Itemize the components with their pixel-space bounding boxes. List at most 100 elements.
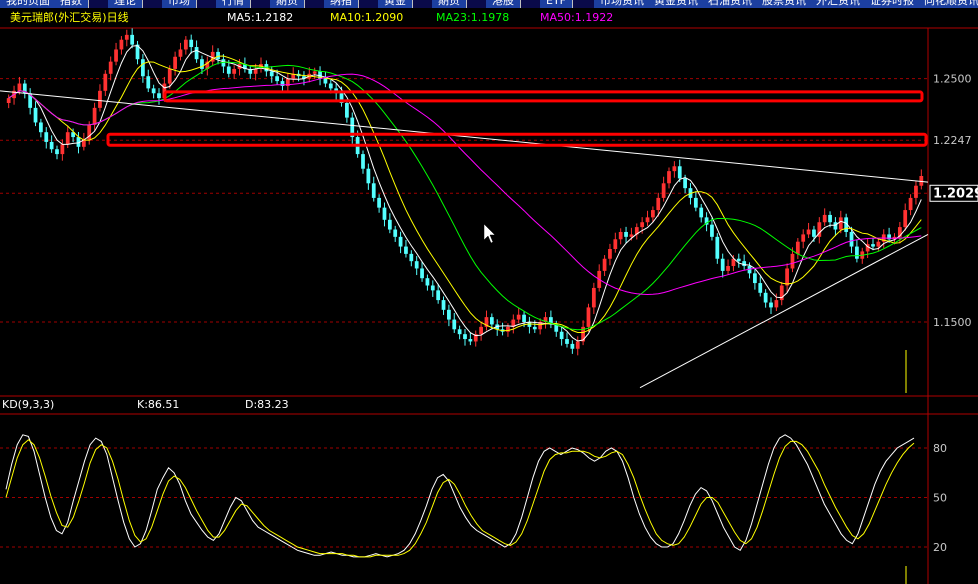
candle-body — [114, 49, 118, 62]
candle-body — [624, 231, 628, 237]
candle-body — [387, 219, 392, 230]
ma23-line — [8, 61, 922, 331]
candle-body — [103, 73, 108, 91]
resistance-box-lower — [163, 90, 924, 103]
candle-body — [871, 244, 875, 247]
candle-body — [130, 34, 135, 45]
candle-body — [98, 90, 102, 108]
candle-body — [672, 166, 677, 172]
candle-body — [565, 339, 569, 344]
candle-body — [452, 319, 457, 330]
candle-body — [441, 300, 446, 310]
candle-body — [645, 217, 650, 223]
candle-body — [366, 168, 371, 184]
candle-body — [189, 39, 194, 48]
candle-body — [361, 154, 365, 169]
candle-body — [774, 300, 779, 308]
candle-body — [269, 71, 274, 77]
price-tick-label: 1.2247 — [933, 134, 972, 147]
candle-body — [876, 241, 881, 247]
candle-body — [92, 107, 97, 125]
candle-body — [758, 283, 763, 293]
candle-body — [323, 78, 328, 84]
candle-body — [559, 331, 564, 340]
candle-body — [693, 197, 698, 208]
candle-body — [812, 229, 816, 237]
candle-body — [903, 210, 908, 228]
candle-body — [699, 207, 704, 218]
candle-body — [801, 234, 806, 242]
candle-body — [447, 309, 451, 320]
ma50-line — [8, 73, 922, 296]
candle-body — [124, 34, 129, 40]
price-tick-label: 1.2500 — [933, 73, 972, 86]
candle-body — [742, 261, 747, 267]
kd-tick-label: 80 — [933, 442, 947, 455]
kd-tick-label: 50 — [933, 492, 947, 505]
candle-body — [167, 68, 172, 84]
price-tick-label: 1.1500 — [933, 316, 972, 329]
candle-body — [806, 229, 811, 235]
candle-body — [44, 132, 49, 142]
candle-body — [39, 122, 43, 133]
candle-body — [726, 266, 730, 271]
candle-body — [640, 222, 645, 228]
candle-body — [253, 68, 258, 74]
candle-body — [489, 317, 494, 325]
candle-body — [591, 287, 596, 308]
candle-body — [33, 107, 38, 123]
candle-body — [6, 98, 11, 103]
candle-body — [522, 314, 526, 322]
candle-body — [49, 141, 54, 150]
candle-body — [420, 268, 424, 279]
candle-body — [516, 314, 521, 320]
candle-body — [720, 258, 725, 271]
candle-body — [769, 302, 773, 308]
candle-body — [382, 207, 387, 220]
mouse-cursor-icon — [483, 223, 496, 244]
candle-body — [849, 231, 854, 247]
candle-body — [833, 222, 838, 230]
candle-body — [463, 334, 467, 340]
price-chart[interactable]: 1.2247 1.2500 1.2029 1.1500 80 50 20 — [0, 0, 978, 584]
candle-body — [683, 178, 687, 189]
candle-body — [108, 61, 113, 74]
price-tick-label: 1.2029 — [933, 186, 978, 201]
candle-body — [629, 234, 634, 237]
resistance-trendline — [0, 90, 929, 183]
candle-body — [651, 210, 655, 218]
candle-body — [232, 68, 237, 74]
candle-body — [908, 197, 913, 211]
candle-body — [661, 183, 666, 198]
candle-body — [753, 273, 757, 284]
candle-body — [914, 185, 918, 198]
candle-body — [119, 39, 124, 50]
candle-body — [479, 326, 483, 335]
ma10-line — [8, 55, 922, 333]
candle-body — [710, 224, 714, 237]
candle-body — [178, 49, 183, 57]
k-line — [5, 434, 915, 558]
candle-body — [736, 258, 741, 262]
candle-body — [328, 83, 333, 89]
candle-body — [763, 292, 768, 303]
candle-body — [855, 246, 859, 259]
candle-body — [183, 39, 188, 50]
candle-body — [468, 339, 473, 342]
candle-body — [216, 51, 220, 60]
candle-body — [575, 341, 580, 349]
candle-body — [398, 236, 403, 247]
candle-body — [586, 307, 591, 327]
candle-body — [570, 343, 575, 349]
candle-body — [436, 290, 441, 301]
candle-body — [838, 217, 843, 230]
candle-body — [194, 47, 199, 60]
candle-body — [795, 241, 800, 254]
candle-body — [173, 56, 177, 69]
candle-body — [393, 229, 398, 237]
candle-body — [226, 66, 231, 74]
candle-body — [409, 253, 414, 262]
candle-body — [608, 249, 612, 259]
candle-body — [141, 59, 145, 77]
candle-body — [157, 93, 161, 99]
